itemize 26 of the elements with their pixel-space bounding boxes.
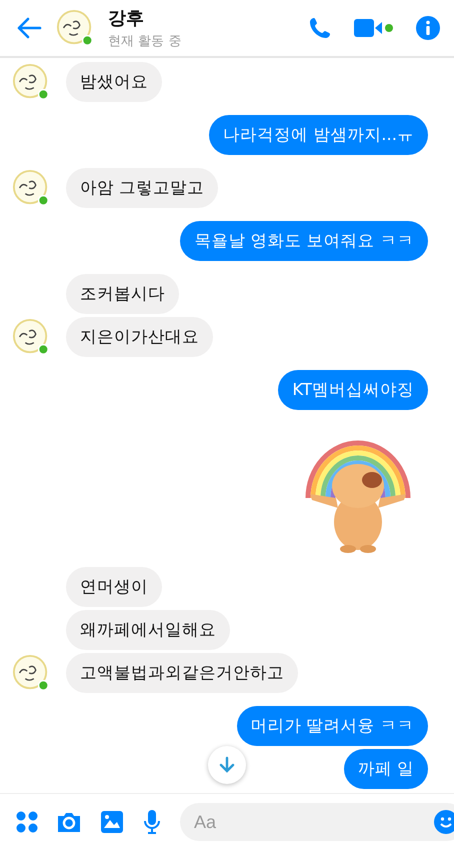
active-status: 현재 활동 중 [108, 33, 182, 50]
message-bubble: 머리가 딸려서융 ㅋㅋ [236, 706, 428, 746]
message-bubble: 왜까페에서일해요 [66, 610, 230, 650]
message-field[interactable]: Aa [180, 803, 454, 841]
message-bubble: 아암 그렇고말고 [66, 168, 218, 208]
video-call-icon[interactable] [354, 18, 394, 38]
message-bubble: 연머생이 [66, 567, 162, 607]
camera-icon[interactable] [56, 811, 82, 833]
phone-icon[interactable] [308, 16, 332, 40]
image-icon[interactable] [100, 810, 124, 834]
message-bubble: KT멤버십써야징 [278, 370, 428, 410]
apps-icon[interactable] [16, 811, 38, 833]
message-bubble: 조커봅시다 [66, 274, 179, 314]
contact-name: 강후 [108, 7, 145, 30]
message-bubble: 까페 일 [344, 749, 428, 789]
message-bubble: 나라걱정에 밤샘까지...ㅠ [209, 115, 428, 155]
scroll-down-button[interactable] [208, 746, 246, 784]
message-bubble: 목욜날 영화도 보여줘요 ㅋㅋ [180, 221, 428, 261]
back-icon[interactable] [16, 17, 42, 39]
microphone-icon[interactable] [142, 809, 162, 835]
info-icon[interactable] [416, 16, 440, 40]
emoji-icon[interactable] [434, 810, 454, 834]
message-bubble: 고액불법과외같은거안하고 [66, 653, 298, 693]
message-bubble: 지은이가산대요 [66, 317, 213, 357]
message-bubble: 밤샜어요 [66, 62, 162, 102]
arrow-down-icon [219, 756, 235, 774]
